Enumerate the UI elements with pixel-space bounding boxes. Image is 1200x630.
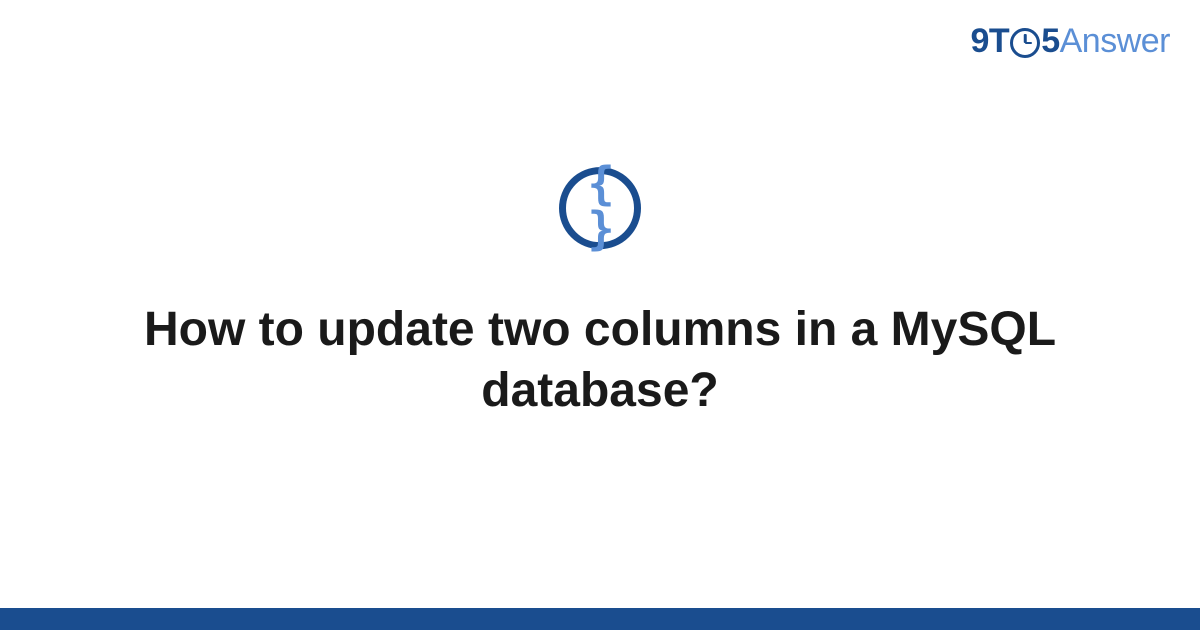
site-logo: 9T 5 Answer (971, 22, 1170, 61)
logo-text-answer: Answer (1060, 22, 1170, 61)
main-content: { } How to update two columns in a MySQL… (0, 167, 1200, 422)
braces-glyph: { } (566, 161, 634, 251)
question-title: How to update two columns in a MySQL dat… (100, 299, 1100, 422)
footer-bar (0, 608, 1200, 630)
code-braces-icon: { } (559, 167, 641, 249)
clock-icon (1010, 28, 1040, 58)
logo-text-5: 5 (1041, 22, 1059, 61)
logo-text-9t: 9T (971, 22, 1010, 61)
